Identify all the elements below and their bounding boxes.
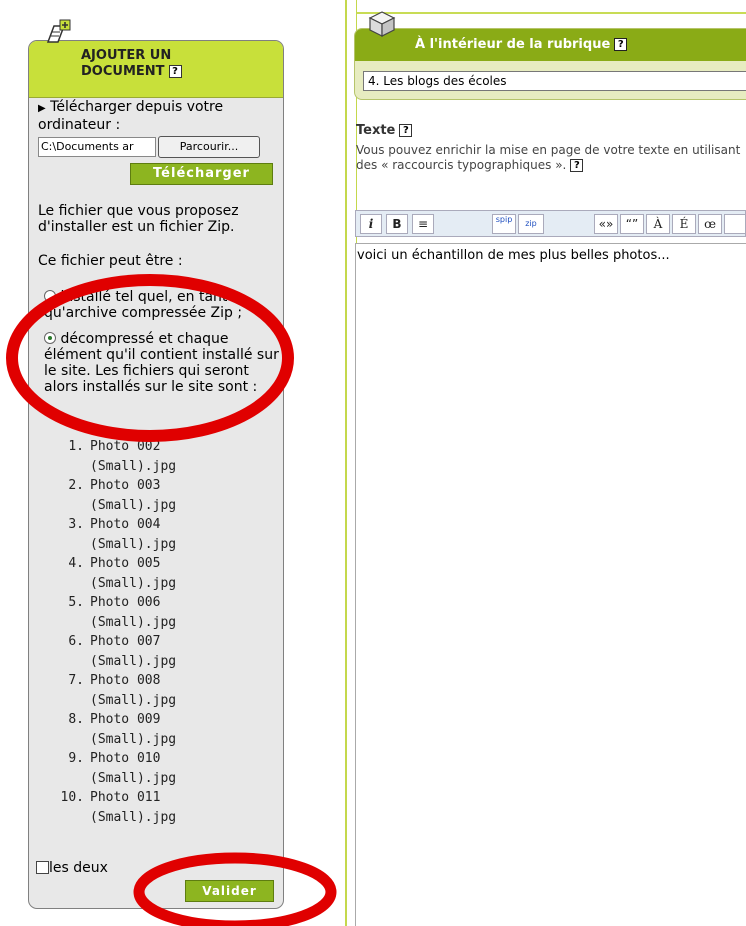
- list-item: 9. Photo 010 (Small).jpg: [68, 751, 177, 786]
- list-item: 7. Photo 008 (Small).jpg: [68, 673, 177, 708]
- zip-info-text: Le fichier que vous proposez d'installer…: [38, 203, 239, 235]
- texte-label: Texte?: [356, 123, 413, 138]
- option-unzip-label: décompressé et chaque élément qu'il cont…: [44, 331, 279, 395]
- can-be-text: Ce fichier peut être :: [38, 253, 183, 269]
- option-install-as-zip[interactable]: installé tel quel, en tant qu'archive co…: [44, 289, 276, 321]
- rubrique-box: À l'intérieur de la rubrique? 4. Les blo…: [354, 28, 746, 100]
- english-quotes-button[interactable]: “”: [620, 214, 644, 234]
- texte-hint-help-icon[interactable]: ?: [570, 159, 584, 172]
- file-list: 1. Photo 002 (Small).jpg 2. Photo 003 (Sma…: [48, 437, 230, 827]
- e-acute-button[interactable]: É: [672, 214, 696, 234]
- both-checkbox[interactable]: [36, 861, 49, 874]
- spip-link-button[interactable]: spip: [492, 214, 516, 234]
- rubrique-help-icon[interactable]: ?: [614, 38, 628, 51]
- list-item: 10. Photo 011 (Small).jpg: [60, 790, 177, 825]
- list-item: 4. Photo 005 (Small).jpg: [68, 556, 177, 591]
- list-item: 8. Photo 009 (Small).jpg: [68, 712, 177, 747]
- list-item: 5. Photo 006 (Small).jpg: [68, 595, 177, 630]
- rubrique-title: À l'intérieur de la rubrique?: [415, 37, 628, 52]
- bold-button[interactable]: B: [386, 214, 408, 234]
- toolbar-overflow-button[interactable]: [724, 214, 745, 234]
- both-option[interactable]: les deux: [36, 860, 108, 876]
- zip-button[interactable]: zip: [518, 214, 544, 234]
- panel-title-line2: DOCUMENT: [81, 64, 165, 79]
- texte-hint: Vous pouvez enrichir la mise en page de …: [356, 143, 741, 172]
- panel-header: AJOUTER UN DOCUMENT?: [29, 41, 283, 98]
- text-editor[interactable]: voici un échantillon de mes plus belles …: [355, 243, 746, 926]
- option-unzip[interactable]: décompressé et chaque élément qu'il cont…: [44, 331, 280, 395]
- help-icon[interactable]: ?: [168, 65, 182, 78]
- upload-label: ▶ Télécharger depuis votre ordinateur :: [38, 99, 224, 133]
- a-grave-button[interactable]: À: [646, 214, 670, 234]
- editor-toolbar: i B ≡ spip zip «» “” À É œ: [355, 210, 746, 237]
- radio-install-as-zip[interactable]: [44, 290, 56, 302]
- rubrique-select[interactable]: 4. Les blogs des écoles: [363, 71, 746, 91]
- add-document-icon: [46, 19, 71, 43]
- rubrique-header: À l'intérieur de la rubrique?: [355, 29, 746, 61]
- rubrique-cube-icon: [368, 11, 396, 37]
- list-item: 3. Photo 004 (Small).jpg: [68, 517, 177, 552]
- panel-title-line1: AJOUTER UN: [81, 48, 172, 63]
- option-install-as-zip-label: installé tel quel, en tant qu'archive co…: [44, 289, 243, 321]
- submit-button[interactable]: Valider: [185, 880, 274, 902]
- top-strip: [357, 0, 746, 14]
- list-item: 1. Photo 002 (Small).jpg: [68, 439, 177, 474]
- radio-unzip[interactable]: [44, 332, 56, 344]
- center-button[interactable]: ≡: [412, 214, 434, 234]
- upload-button[interactable]: Télécharger: [130, 163, 273, 185]
- texte-help-icon[interactable]: ?: [399, 124, 413, 137]
- oe-button[interactable]: œ: [698, 214, 722, 234]
- file-path-input[interactable]: C:\Documents ar: [38, 137, 156, 157]
- list-item: 6. Photo 007 (Small).jpg: [68, 634, 177, 669]
- italic-button[interactable]: i: [360, 214, 382, 234]
- panel-title: AJOUTER UN DOCUMENT?: [81, 48, 261, 80]
- browse-button[interactable]: Parcourir...: [158, 136, 260, 158]
- french-quotes-button[interactable]: «»: [594, 214, 618, 234]
- play-arrow-icon: ▶: [38, 103, 46, 114]
- list-item: 2. Photo 003 (Small).jpg: [68, 478, 177, 513]
- both-label: les deux: [49, 860, 108, 876]
